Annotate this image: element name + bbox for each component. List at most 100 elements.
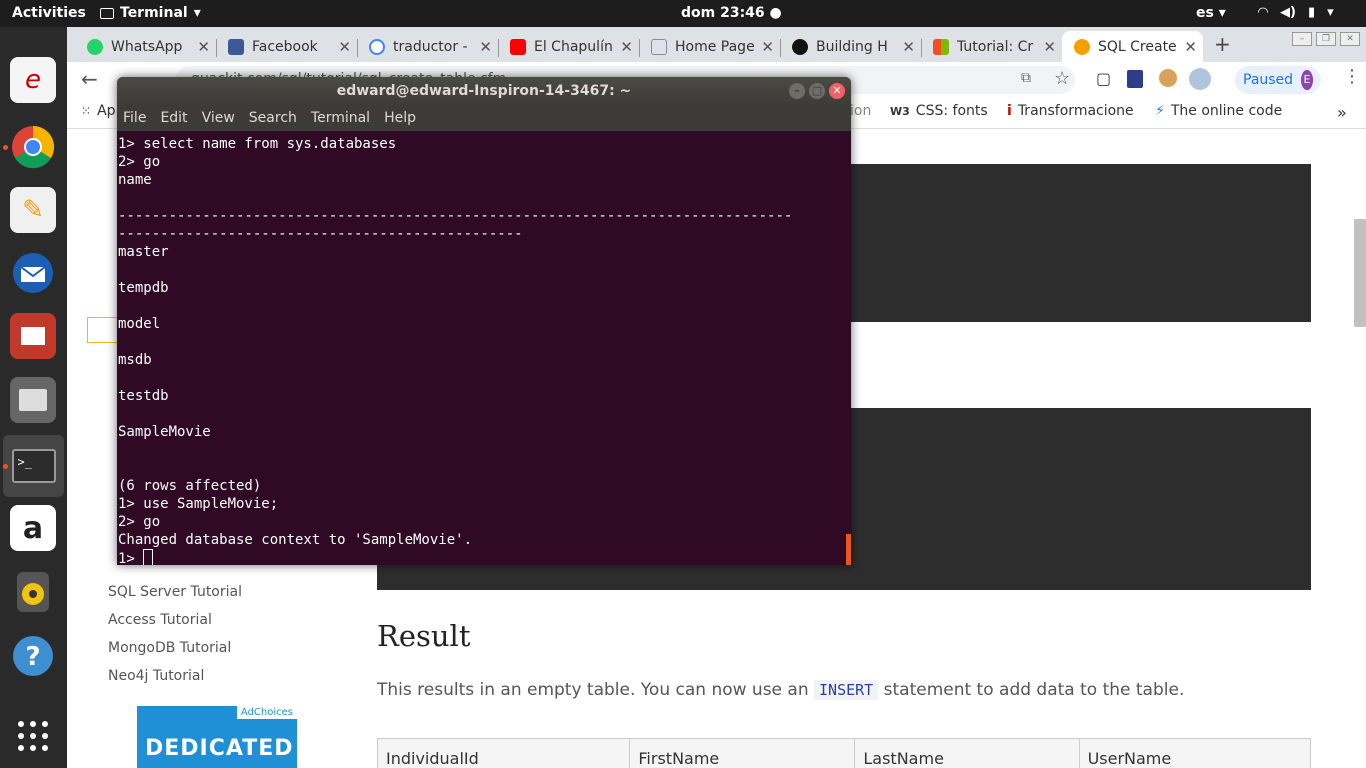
w3schools-icon: W3 — [890, 104, 910, 118]
bookmark-transformaciones[interactable]: ⅰ Transformacione — [1007, 103, 1134, 119]
page-icon — [651, 38, 667, 55]
terminal-line: master — [118, 244, 169, 260]
minimize-button[interactable]: – — [1292, 32, 1312, 46]
show-apps-icon[interactable] — [10, 713, 56, 759]
speaker-icon[interactable] — [10, 569, 56, 615]
tab-tutorial[interactable]: Tutorial: Cr ✕ — [921, 31, 1062, 62]
clock[interactable]: dom 23:46 ● — [681, 5, 782, 21]
close-icon[interactable]: ✕ — [1184, 38, 1197, 56]
result-paragraph: This results in an empty table. You can … — [377, 680, 1184, 700]
result-table: IndividualId FirstName LastName UserName — [376, 738, 1312, 768]
app-menu[interactable]: Terminal ▾ — [100, 5, 201, 21]
extension-book-icon[interactable] — [1127, 70, 1143, 88]
terminal-scrollbar[interactable] — [846, 534, 851, 565]
tab-title: Tutorial: Cr — [957, 38, 1034, 55]
apps-bookmark[interactable]: ⁙ Ap — [81, 103, 116, 119]
bookmark-css-fonts[interactable]: W3 CSS: fonts — [890, 103, 988, 119]
sidebar-link[interactable]: MongoDB Tutorial — [108, 634, 242, 662]
wifi-icon: ◠ — [1258, 5, 1268, 20]
terminal-titlebar[interactable]: edward@edward-Inspiron-14-3467: ~ – □ ✕ — [117, 77, 851, 106]
sidebar-link[interactable]: Access Tutorial — [108, 606, 242, 634]
dock: e ✎ >_ a ? — [0, 27, 67, 768]
sidebar-link[interactable]: Neo4j Tutorial — [108, 662, 242, 690]
menu-search[interactable]: Search — [249, 110, 297, 127]
menu-view[interactable]: View — [202, 110, 235, 127]
back-icon[interactable]: ← — [81, 67, 98, 91]
tab-facebook[interactable]: Facebook ✕ — [216, 31, 357, 62]
close-icon[interactable]: ✕ — [338, 38, 351, 56]
microsoft-icon — [933, 38, 949, 55]
tab-traductor[interactable]: traductor - ✕ — [357, 31, 498, 62]
menu-edit[interactable]: Edit — [160, 110, 187, 127]
apps-label: Ap — [97, 103, 116, 119]
result-text-after: statement to add data to the table. — [883, 680, 1185, 700]
text-editor-icon[interactable]: ✎ — [10, 187, 56, 233]
result-heading: Result — [377, 619, 471, 653]
star-icon[interactable]: ☆ — [1054, 68, 1070, 89]
sidebar-link[interactable]: SQL Server Tutorial — [108, 578, 242, 606]
close-icon[interactable]: ✕ — [479, 38, 492, 56]
tab-sql-create[interactable]: SQL Create ✕ — [1062, 31, 1203, 62]
bookmarks-overflow-icon[interactable]: » — [1337, 103, 1347, 122]
tab-youtube[interactable]: El Chapulín ✕ — [498, 31, 639, 62]
close-window-button[interactable]: ✕ — [1340, 32, 1360, 46]
chrome-icon[interactable] — [10, 124, 56, 170]
page-scrollbar[interactable] — [1354, 219, 1366, 327]
result-text-before: This results in an empty table. You can … — [377, 680, 809, 700]
menu-help[interactable]: Help — [384, 110, 416, 127]
search-icon — [1074, 38, 1090, 55]
thunderbird-icon[interactable] — [10, 250, 56, 296]
terminal-menubar: File Edit View Search Terminal Help — [117, 106, 851, 131]
files-icon[interactable] — [10, 377, 56, 423]
profile-paused-button[interactable]: Paused E — [1235, 66, 1321, 94]
close-icon[interactable]: ✕ — [761, 38, 774, 56]
help-icon[interactable]: ? — [10, 633, 56, 679]
maximize-button[interactable]: ❐ — [1316, 32, 1336, 46]
terminal-line: 2> go — [118, 154, 161, 170]
terminal-line: ----------------------------------------… — [118, 208, 793, 224]
battery-icon: ▮ — [1307, 5, 1316, 20]
app-menu-label: Terminal — [120, 5, 188, 21]
cookie-icon[interactable] — [1159, 69, 1177, 87]
terminal-window[interactable]: edward@edward-Inspiron-14-3467: ~ – □ ✕ … — [117, 77, 851, 565]
new-tab-button[interactable]: + — [1214, 32, 1231, 56]
bookmark-online-code[interactable]: ⚡ The online code — [1155, 103, 1282, 119]
terminal-line: msdb — [118, 352, 152, 368]
close-icon[interactable]: ✕ — [197, 38, 210, 56]
maximize-button[interactable]: □ — [809, 83, 825, 99]
minimize-button[interactable]: – — [789, 83, 805, 99]
bookmark-label: ion — [850, 103, 872, 119]
close-button[interactable]: ✕ — [829, 83, 845, 99]
terminal-line: testdb — [118, 388, 169, 404]
amazon-icon[interactable]: a — [10, 505, 56, 551]
tab-building[interactable]: Building H ✕ — [780, 31, 921, 62]
table-header: IndividualId — [376, 738, 631, 768]
activities-button[interactable]: Activities — [12, 5, 86, 21]
translate-icon[interactable]: ⧉ — [1021, 70, 1031, 86]
language-selector[interactable]: es ▾ — [1196, 5, 1226, 21]
tab-whatsapp[interactable]: WhatsApp ✕ — [75, 31, 216, 62]
close-icon[interactable]: ✕ — [620, 38, 633, 56]
terminal-line: ----------------------------------------… — [118, 226, 523, 242]
adchoices-label[interactable]: AdChoices — [236, 706, 297, 719]
bookmark-partial[interactable]: ion — [850, 103, 871, 119]
system-tray[interactable]: ◠ ◀) ▮ ▾ — [1258, 5, 1334, 20]
menu-icon[interactable]: ⋮ — [1343, 66, 1361, 87]
tab-home-page[interactable]: Home Page ✕ — [639, 31, 780, 62]
menu-file[interactable]: File — [123, 110, 146, 127]
close-icon[interactable]: ✕ — [902, 38, 915, 56]
menu-terminal[interactable]: Terminal — [311, 110, 370, 127]
extension-info-icon[interactable] — [1189, 68, 1211, 90]
terminal-icon[interactable]: >_ — [3, 435, 64, 497]
impress-icon[interactable] — [10, 313, 56, 359]
rhythmbox-icon[interactable]: e — [10, 57, 56, 103]
terminal-prompt-line[interactable]: 1> — [118, 549, 850, 565]
close-icon[interactable]: ✕ — [1043, 38, 1056, 56]
advertisement[interactable]: AdChoices DEDICATED — [137, 706, 297, 768]
screen-capture-icon[interactable]: ▢ — [1096, 69, 1111, 88]
paused-label: Paused — [1243, 72, 1294, 88]
terminal-output[interactable]: 1> select name from sys.databases 2> go na… — [117, 131, 851, 565]
